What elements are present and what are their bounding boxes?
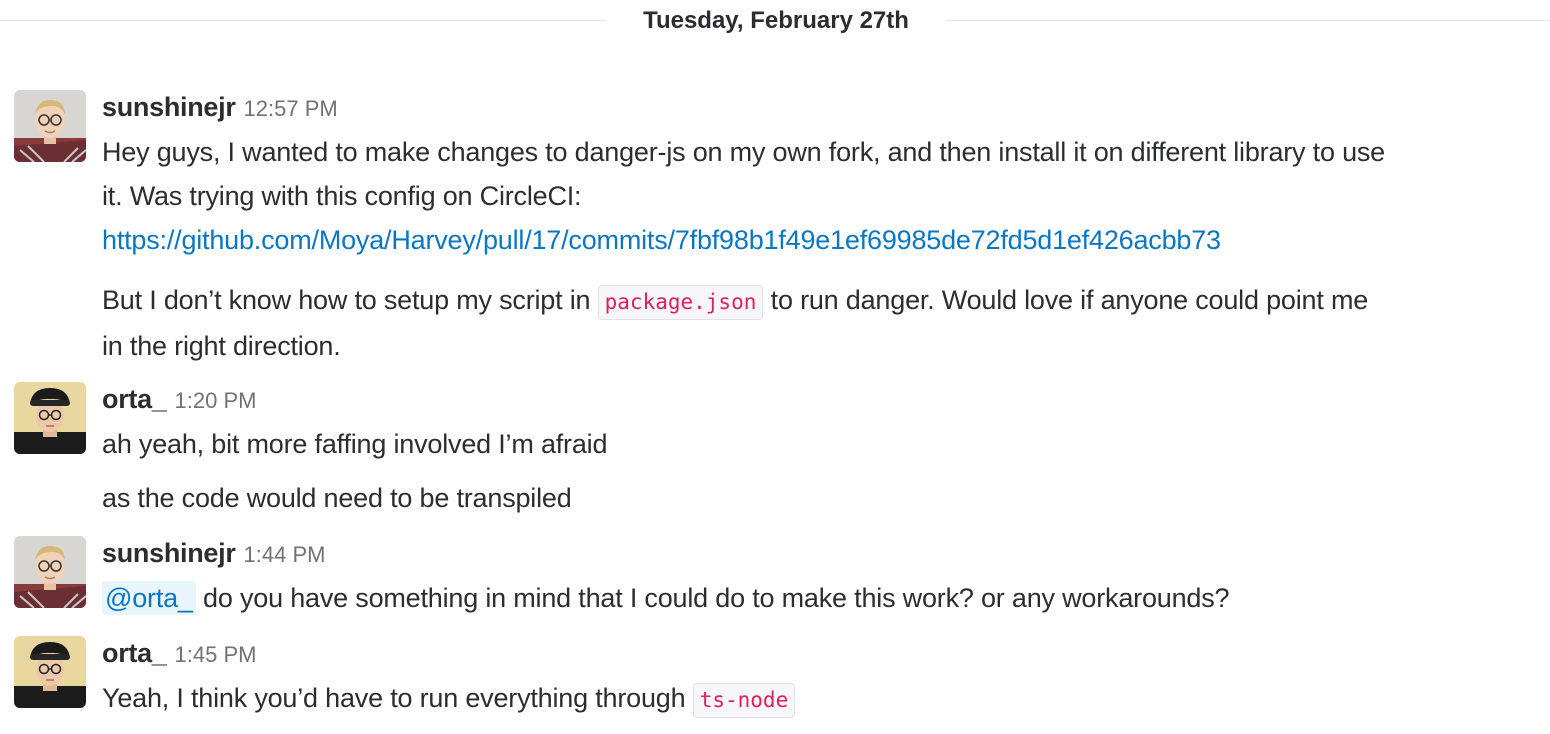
text-span: But I don’t know how to setup my script … [102, 285, 598, 315]
message-line: ah yeah, bit more faffing involved I’m a… [102, 429, 608, 459]
message-line: @orta_ do you have something in mind tha… [102, 576, 1542, 620]
message-header: orta_ 1:45 PM [102, 636, 256, 670]
message-text: @orta_ do you have something in mind tha… [102, 576, 1542, 620]
author-name[interactable]: orta_ [102, 638, 167, 668]
avatar-orta-image [14, 382, 86, 454]
text-span: to run danger. Would love if anyone coul… [763, 285, 1369, 315]
message-line: in the right direction. [102, 331, 341, 361]
message-text: as the code would need to be transpiled [102, 476, 1542, 520]
message-text: Yeah, I think you’d have to run everythi… [102, 676, 1542, 722]
author-name[interactable]: sunshinejr [102, 92, 236, 122]
message-line: Yeah, I think you’d have to run everythi… [102, 676, 1542, 722]
avatar-sunshinejr[interactable] [14, 536, 86, 608]
message-1: sunshinejr 12:57 PM Hey guys, I wanted to… [0, 90, 1550, 370]
message-text: ah yeah, bit more faffing involved I’m a… [102, 422, 1542, 466]
message-text: But I don’t know how to setup my script … [102, 278, 1542, 368]
message-4: orta_ 1:45 PM Yeah, I think you’d have to… [0, 636, 1550, 726]
message-text: Hey guys, I wanted to make changes to da… [102, 130, 1542, 262]
message-line: it. Was trying with this config on Circl… [102, 181, 582, 211]
message-header: sunshinejr 1:44 PM [102, 536, 325, 570]
message-line: But I don’t know how to setup my script … [102, 278, 1542, 324]
divider-rule-left [0, 20, 606, 21]
message-3: sunshinejr 1:44 PM @orta_ do you have som… [0, 536, 1550, 626]
message-header: orta_ 1:20 PM [102, 382, 256, 416]
timestamp[interactable]: 1:44 PM [244, 542, 326, 567]
user-mention[interactable]: @orta_ [102, 581, 196, 615]
avatar-orta[interactable] [14, 382, 86, 454]
message-header: sunshinejr 12:57 PM [102, 90, 338, 124]
timestamp[interactable]: 1:20 PM [175, 388, 257, 413]
message-2: orta_ 1:20 PM ah yeah, bit more faffing i… [0, 382, 1550, 522]
avatar-orta[interactable] [14, 636, 86, 708]
text-span: do you have something in mind that I cou… [195, 583, 1230, 613]
message-line: as the code would need to be transpiled [102, 483, 572, 513]
avatar-sunshinejr[interactable] [14, 90, 86, 162]
author-name[interactable]: orta_ [102, 384, 167, 414]
text-span: Yeah, I think you’d have to run everythi… [102, 683, 693, 713]
date-divider-label[interactable]: Tuesday, February 27th [606, 6, 946, 36]
divider-rule-right [946, 20, 1550, 21]
avatar-orta-image [14, 636, 86, 708]
avatar-sunshinejr-image [14, 536, 86, 608]
inline-code: ts-node [692, 683, 796, 718]
timestamp[interactable]: 1:45 PM [175, 642, 257, 667]
avatar-sunshinejr-image [14, 90, 86, 162]
message-line: Hey guys, I wanted to make changes to da… [102, 137, 1386, 167]
commit-link[interactable]: https://github.com/Moya/Harvey/pull/17/c… [102, 225, 1221, 255]
inline-code: package.json [597, 285, 764, 320]
date-divider: Tuesday, February 27th [0, 0, 1550, 44]
timestamp[interactable]: 12:57 PM [244, 96, 338, 121]
author-name[interactable]: sunshinejr [102, 538, 236, 568]
